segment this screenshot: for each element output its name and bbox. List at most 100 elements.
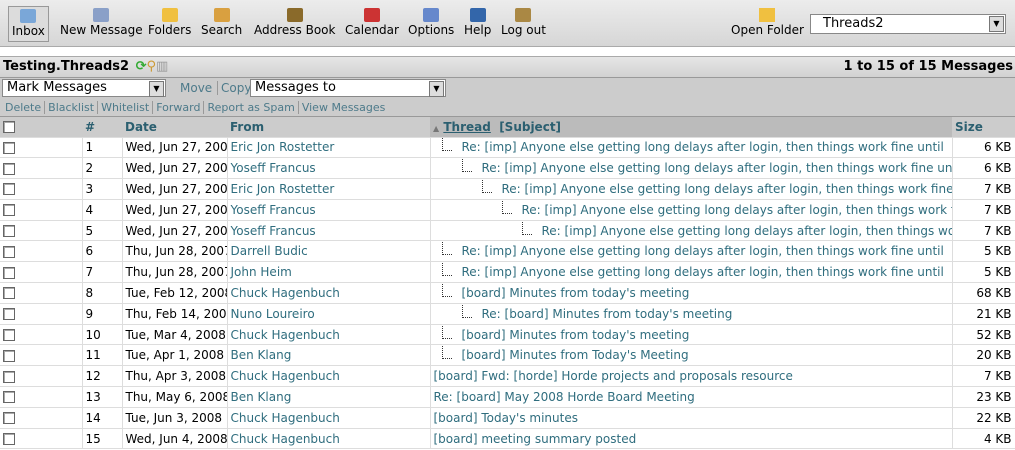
message-from[interactable]: Chuck Hagenbuch bbox=[227, 324, 431, 346]
trash-icon[interactable]: ▥ bbox=[156, 59, 168, 74]
refresh-icon[interactable]: ⟳ bbox=[136, 59, 147, 74]
column-date[interactable]: Date bbox=[122, 117, 227, 138]
messages-to-select[interactable]: Messages to ▼ bbox=[250, 79, 446, 97]
toolbar-new-message-button[interactable]: New Message bbox=[57, 6, 146, 42]
move-button[interactable]: Move bbox=[180, 81, 212, 95]
column-subject[interactable]: [Subject] bbox=[499, 120, 561, 134]
message-from[interactable]: Ben Klang bbox=[227, 344, 431, 367]
toolbar-search-button[interactable]: Search bbox=[198, 6, 245, 42]
table-row[interactable]: 8 Tue, Feb 12, 2008 Chuck Hagenbuch [boa… bbox=[0, 282, 1015, 304]
select-all-checkbox[interactable] bbox=[0, 117, 82, 138]
message-subject-cell[interactable]: Re: [imp] Anyone else getting long delay… bbox=[430, 220, 953, 242]
message-subject[interactable]: [board] Minutes from today's meeting bbox=[462, 328, 690, 342]
table-row[interactable]: 12 Thu, Apr 3, 2008 Chuck Hagenbuch [boa… bbox=[0, 365, 1015, 388]
mark-messages-select[interactable]: Mark Messages ▼ bbox=[2, 79, 166, 97]
message-subject-cell[interactable]: Re: [imp] Anyone else getting long delay… bbox=[430, 178, 953, 200]
table-row[interactable]: 4 Wed, Jun 27, 2007 Yoseff Francus Re: [… bbox=[0, 199, 1015, 221]
message-subject[interactable]: Re: [imp] Anyone else getting long delay… bbox=[462, 244, 944, 258]
toolbar-log-out-button[interactable]: Log out bbox=[498, 6, 549, 42]
message-subject-cell[interactable]: [board] Minutes from today's meeting bbox=[430, 324, 953, 346]
link-delete[interactable]: Delete bbox=[3, 101, 43, 114]
message-subject-cell[interactable]: Re: [imp] Anyone else getting long delay… bbox=[430, 137, 953, 159]
message-from[interactable]: Chuck Hagenbuch bbox=[227, 428, 431, 450]
link-forward[interactable]: Forward bbox=[154, 101, 202, 114]
folder-select[interactable]: Threads2 ▼ bbox=[810, 14, 1006, 34]
message-subject[interactable]: Re: [board] May 2008 Horde Board Meeting bbox=[434, 390, 695, 404]
message-subject-cell[interactable]: Re: [imp] Anyone else getting long delay… bbox=[430, 199, 953, 221]
message-from[interactable]: Chuck Hagenbuch bbox=[227, 407, 431, 429]
table-row[interactable]: 10 Tue, Mar 4, 2008 Chuck Hagenbuch [boa… bbox=[0, 324, 1015, 346]
toolbar-inbox-button[interactable]: Inbox bbox=[8, 6, 49, 42]
row-checkbox[interactable] bbox=[0, 324, 83, 346]
row-checkbox[interactable] bbox=[0, 365, 83, 388]
table-row[interactable]: 6 Thu, Jun 28, 2007 Darrell Budic Re: [i… bbox=[0, 240, 1015, 263]
table-row[interactable]: 14 Tue, Jun 3, 2008 Chuck Hagenbuch [boa… bbox=[0, 407, 1015, 429]
message-subject-cell[interactable]: Re: [imp] Anyone else getting long delay… bbox=[430, 157, 953, 180]
message-subject-cell[interactable]: [board] Today's minutes bbox=[430, 407, 953, 429]
table-row[interactable]: 13 Thu, May 6, 2008 Ben Klang Re: [board… bbox=[0, 386, 1015, 408]
message-subject[interactable]: Re: [board] Minutes from today's meeting bbox=[482, 307, 733, 321]
message-subject[interactable]: Re: [imp] Anyone else getting long delay… bbox=[542, 224, 952, 238]
message-from[interactable]: Chuck Hagenbuch bbox=[227, 282, 431, 304]
message-subject[interactable]: Re: [imp] Anyone else getting long delay… bbox=[522, 203, 952, 217]
row-checkbox[interactable] bbox=[0, 261, 83, 284]
open-folder-button[interactable]: Open Folder bbox=[728, 6, 807, 42]
message-from[interactable]: Yoseff Francus bbox=[227, 157, 431, 180]
toolbar-folders-button[interactable]: Folders bbox=[145, 6, 194, 42]
table-row[interactable]: 7 Thu, Jun 28, 2007 John Heim Re: [imp] … bbox=[0, 261, 1015, 284]
message-subject[interactable]: [board] Today's minutes bbox=[434, 411, 578, 425]
toolbar-address-book-button[interactable]: Address Book bbox=[251, 6, 338, 42]
toolbar-calendar-button[interactable]: Calendar bbox=[342, 6, 402, 42]
message-from[interactable]: Yoseff Francus bbox=[227, 220, 431, 242]
message-subject-cell[interactable]: [board] Fwd: [horde] Horde projects and … bbox=[430, 365, 953, 388]
toolbar-options-button[interactable]: Options bbox=[405, 6, 457, 42]
table-row[interactable]: 2 Wed, Jun 27, 2007 Yoseff Francus Re: [… bbox=[0, 157, 1015, 180]
column-size[interactable]: Size bbox=[952, 117, 1015, 138]
row-checkbox[interactable] bbox=[0, 344, 83, 367]
message-subject[interactable]: Re: [imp] Anyone else getting long delay… bbox=[462, 140, 944, 154]
row-checkbox[interactable] bbox=[0, 303, 83, 325]
message-subject[interactable]: [board] meeting summary posted bbox=[434, 432, 637, 446]
table-row[interactable]: 1 Wed, Jun 27, 2007 Eric Jon Rostetter R… bbox=[0, 137, 1015, 159]
column-thread[interactable]: ▲ Thread [Subject] bbox=[430, 117, 952, 138]
message-subject[interactable]: Re: [imp] Anyone else getting long delay… bbox=[462, 265, 944, 279]
message-from[interactable]: Darrell Budic bbox=[227, 240, 431, 263]
link-whitelist[interactable]: Whitelist bbox=[99, 101, 151, 114]
message-subject[interactable]: Re: [imp] Anyone else getting long delay… bbox=[502, 182, 952, 196]
message-from[interactable]: Eric Jon Rostetter bbox=[227, 137, 431, 159]
search-icon[interactable]: ⚲ bbox=[147, 59, 157, 74]
message-subject-cell[interactable]: [board] meeting summary posted bbox=[430, 428, 953, 450]
row-checkbox[interactable] bbox=[0, 428, 83, 450]
row-checkbox[interactable] bbox=[0, 240, 83, 263]
message-from[interactable]: Eric Jon Rostetter bbox=[227, 178, 431, 200]
link-view-messages[interactable]: View Messages bbox=[300, 101, 388, 114]
row-checkbox[interactable] bbox=[0, 220, 83, 242]
column-num[interactable]: # bbox=[82, 117, 122, 138]
table-row[interactable]: 5 Wed, Jun 27, 2007 Yoseff Francus Re: [… bbox=[0, 220, 1015, 242]
message-subject[interactable]: [board] Fwd: [horde] Horde projects and … bbox=[434, 369, 793, 383]
message-from[interactable]: Nuno Loureiro bbox=[227, 303, 431, 325]
row-checkbox[interactable] bbox=[0, 157, 83, 180]
message-subject[interactable]: [board] Minutes from Today's Meeting bbox=[462, 348, 689, 362]
row-checkbox[interactable] bbox=[0, 199, 83, 221]
link-report-as-spam[interactable]: Report as Spam bbox=[205, 101, 296, 114]
row-checkbox[interactable] bbox=[0, 407, 83, 429]
message-subject-cell[interactable]: Re: [imp] Anyone else getting long delay… bbox=[430, 240, 953, 263]
message-from[interactable]: Ben Klang bbox=[227, 386, 431, 408]
table-row[interactable]: 3 Wed, Jun 27, 2007 Eric Jon Rostetter R… bbox=[0, 178, 1015, 200]
message-from[interactable]: Yoseff Francus bbox=[227, 199, 431, 221]
message-subject[interactable]: Re: [imp] Anyone else getting long delay… bbox=[482, 161, 952, 175]
column-from[interactable]: From bbox=[227, 117, 430, 138]
message-subject-cell[interactable]: Re: [board] May 2008 Horde Board Meeting bbox=[430, 386, 953, 408]
message-subject-cell[interactable]: Re: [board] Minutes from today's meeting bbox=[430, 303, 953, 325]
link-blacklist[interactable]: Blacklist bbox=[46, 101, 96, 114]
copy-button[interactable]: Copy bbox=[217, 81, 251, 95]
table-row[interactable]: 15 Wed, Jun 4, 2008 Chuck Hagenbuch [boa… bbox=[0, 428, 1015, 450]
message-from[interactable]: Chuck Hagenbuch bbox=[227, 365, 431, 388]
table-row[interactable]: 9 Thu, Feb 14, 2008 Nuno Loureiro Re: [b… bbox=[0, 303, 1015, 325]
message-subject-cell[interactable]: [board] Minutes from today's meeting bbox=[430, 282, 953, 304]
message-subject[interactable]: [board] Minutes from today's meeting bbox=[462, 286, 690, 300]
message-from[interactable]: John Heim bbox=[227, 261, 431, 284]
message-subject-cell[interactable]: Re: [imp] Anyone else getting long delay… bbox=[430, 261, 953, 284]
table-row[interactable]: 11 Tue, Apr 1, 2008 Ben Klang [board] Mi… bbox=[0, 344, 1015, 367]
